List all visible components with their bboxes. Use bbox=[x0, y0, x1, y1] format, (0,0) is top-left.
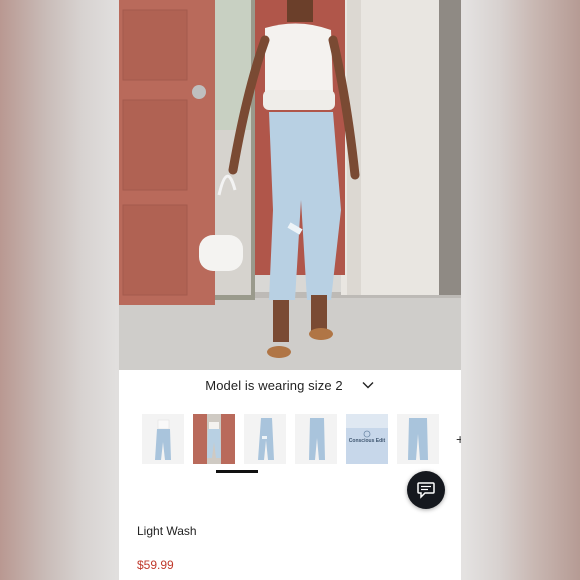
thumbnail-side[interactable] bbox=[244, 414, 286, 464]
color-name: Light Wash bbox=[137, 524, 197, 538]
chevron-down-icon[interactable] bbox=[361, 378, 375, 392]
product-price: $59.99 bbox=[137, 558, 174, 572]
chat-button[interactable] bbox=[407, 471, 445, 509]
image-thumbnail-strip: Conscious Edit +5 bbox=[142, 414, 461, 473]
thumbnail-front[interactable] bbox=[142, 414, 184, 464]
active-thumbnail-indicator bbox=[216, 470, 258, 473]
model-size-text: Model is wearing size 2 bbox=[205, 377, 343, 393]
thumbnail-back[interactable] bbox=[295, 414, 337, 464]
model-size-selector[interactable]: Model is wearing size 2 bbox=[119, 370, 461, 400]
chat-bubble-icon bbox=[417, 482, 435, 499]
thumbnail-flat[interactable] bbox=[397, 414, 439, 464]
product-page: Model is wearing size 2 Conscious Edit +… bbox=[119, 0, 461, 580]
more-images-count[interactable]: +5 bbox=[456, 414, 461, 464]
thumbnail-conscious-edit[interactable]: Conscious Edit bbox=[346, 414, 388, 464]
thumbnail-door[interactable] bbox=[193, 414, 235, 464]
product-hero-image[interactable] bbox=[119, 0, 461, 370]
conscious-edit-label: Conscious Edit bbox=[348, 438, 386, 444]
